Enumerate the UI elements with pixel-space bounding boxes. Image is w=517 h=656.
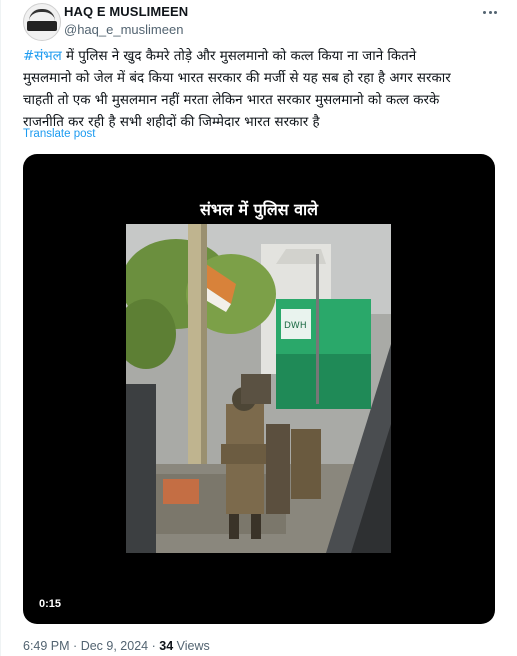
video-frame[interactable]: DWH [126,224,391,553]
post-time[interactable]: 6:49 PM [23,639,70,653]
video-caption: संभल में पुलिस वाले [200,200,318,219]
more-dot [488,10,492,14]
translate-post-link[interactable]: Translate post [23,128,95,140]
meta-separator: · [73,639,78,653]
author-handle[interactable]: @haq_e_muslimeen [64,22,183,37]
post-date[interactable]: Dec 9, 2024 [81,639,148,653]
post-text: #संभल में पुलिस ने खुद कैमरे तोड़े और मु… [23,46,503,134]
video-player[interactable]: संभल में पुलिस वाले DWH 0:15 [23,154,495,624]
views-label: Views [176,639,210,653]
post-text-line: चाहती तो एक भी मुसलमान नहीं मरता लेकिन भ… [23,93,440,108]
video-still-image: DWH [126,224,391,553]
post-card: HAQ E MUSLIMEEN @haq_e_muslimeen #संभल म… [0,0,517,656]
post-text-line: में पुलिस ने खुद कैमरे तोड़े और मुसलमानो… [61,49,417,64]
post-metadata: 6:49 PM · Dec 9, 2024 · 34 Views [23,639,210,653]
author-avatar[interactable] [23,3,61,41]
avatar-logo-arc [29,9,55,21]
video-duration: 0:15 [35,597,66,611]
post-text-line: मुसलमानो को जेल में बंद किया भारत सरकार … [23,71,451,86]
author-name[interactable]: HAQ E MUSLIMEEN [64,4,188,19]
hashtag-link[interactable]: #संभल [23,49,62,64]
more-dot [483,10,486,14]
views-count: 34 [159,639,174,653]
meta-separator: · [151,639,156,653]
shop-sign-text: DWH [284,321,307,331]
more-options-icon[interactable] [479,2,501,22]
avatar-logo-band [27,21,57,31]
more-dot [494,10,497,14]
